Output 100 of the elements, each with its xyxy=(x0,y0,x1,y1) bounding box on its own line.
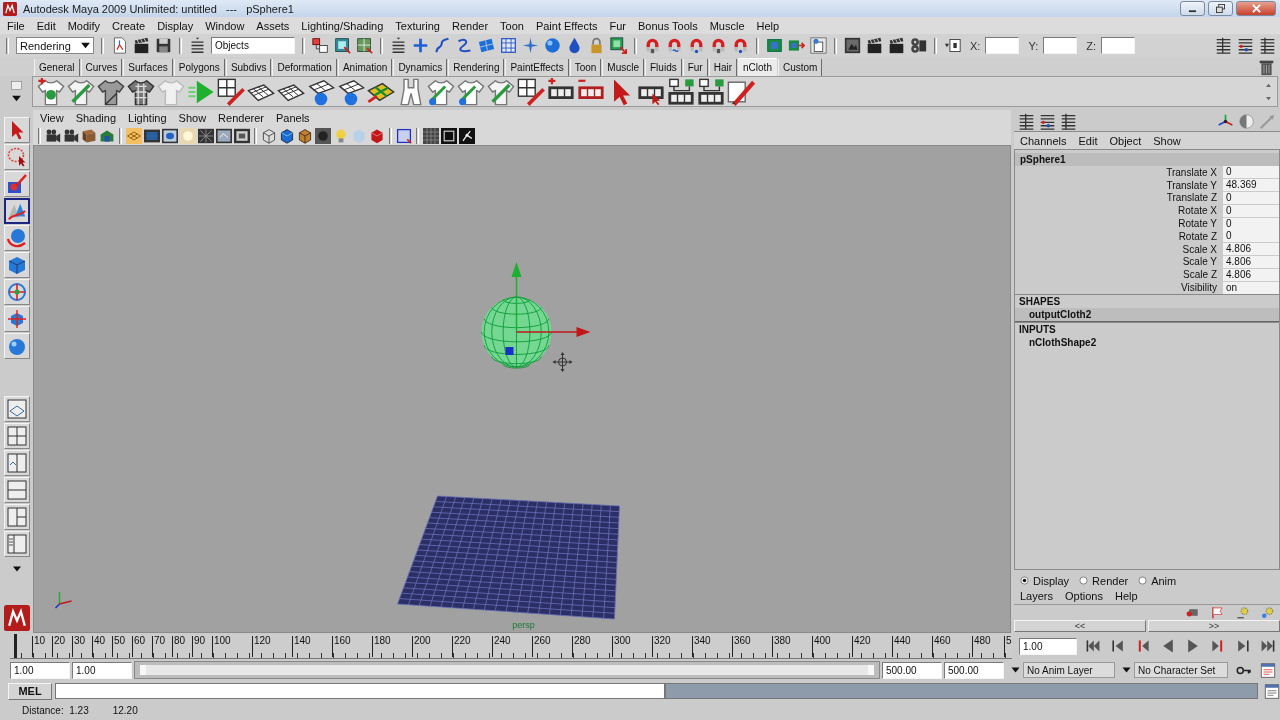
grid-icon[interactable] xyxy=(356,37,373,54)
panel-menu-item[interactable]: View xyxy=(34,112,70,124)
list-icon[interactable] xyxy=(1237,37,1254,54)
layer-menu-item[interactable]: Help xyxy=(1108,590,1144,602)
film-strip-icon[interactable] xyxy=(667,77,695,106)
camera-icon[interactable] xyxy=(63,127,79,144)
magnet-icon[interactable] xyxy=(710,37,727,54)
command-field[interactable] xyxy=(55,683,665,699)
shelf-tab[interactable]: Custom xyxy=(777,59,823,76)
drop-icon[interactable] xyxy=(566,37,583,54)
cone-icon[interactable] xyxy=(3,198,30,224)
current-frame-field[interactable]: 1.00 xyxy=(1019,637,1077,655)
cube-icon[interactable] xyxy=(279,127,295,144)
shirt-icon[interactable] xyxy=(67,77,95,106)
magnet-icon[interactable] xyxy=(732,37,749,54)
window-icon[interactable] xyxy=(1260,662,1276,678)
menu-item[interactable]: Render xyxy=(445,19,495,32)
shelf-tab[interactable]: Polygons xyxy=(173,59,225,76)
shirt-icon[interactable] xyxy=(127,77,155,106)
flag-icon[interactable] xyxy=(1209,606,1226,619)
panel-icon[interactable] xyxy=(478,37,495,54)
move-manipulator[interactable] xyxy=(505,262,591,355)
grid-icon[interactable] xyxy=(423,127,439,144)
shelf-tab[interactable]: General xyxy=(34,59,80,76)
film-reel-icon[interactable] xyxy=(910,37,927,54)
cube-icon[interactable] xyxy=(369,127,385,144)
layout-icon[interactable] xyxy=(3,396,30,422)
panel-menu-item[interactable]: Renderer xyxy=(212,112,270,124)
menu-set-dropdown[interactable]: Rendering xyxy=(16,37,94,54)
grid-icon[interactable] xyxy=(517,77,545,106)
start-time-field[interactable]: 1.00 xyxy=(10,661,70,679)
panel-menu-item[interactable]: Show xyxy=(172,112,213,124)
magnet-icon[interactable] xyxy=(688,37,705,54)
restore-button[interactable] xyxy=(1208,1,1233,16)
clapperboard-icon[interactable] xyxy=(866,37,883,54)
menu-item[interactable]: Texturing xyxy=(389,19,446,32)
window-icon[interactable] xyxy=(1264,683,1280,699)
skip-forward-icon[interactable] xyxy=(1259,638,1277,654)
square-icon[interactable] xyxy=(766,37,783,54)
attribute-value[interactable]: 48.369 xyxy=(1223,179,1279,192)
sphere-icon[interactable] xyxy=(315,127,331,144)
attribute-value[interactable]: 0 xyxy=(1223,166,1279,179)
character-set-field[interactable]: No Character Set xyxy=(1134,662,1228,678)
wireframe-sphere[interactable] xyxy=(481,296,552,369)
channel-menu-item[interactable]: Object xyxy=(1103,134,1148,147)
paint-brush-icon[interactable] xyxy=(3,171,30,197)
language-button[interactable]: MEL xyxy=(8,682,52,700)
hierarchy-icon[interactable] xyxy=(312,37,329,54)
circle-icon[interactable] xyxy=(162,127,178,144)
shelf-tab[interactable]: Fur xyxy=(682,59,708,76)
half-circle-icon[interactable] xyxy=(1238,112,1255,130)
shelf-tab[interactable]: Animation xyxy=(337,59,393,76)
menu-item[interactable]: Display xyxy=(151,19,200,32)
list-icon[interactable] xyxy=(390,37,407,54)
square-arrow-icon[interactable] xyxy=(788,37,805,54)
layout-icon[interactable] xyxy=(3,504,30,530)
page-button[interactable]: << xyxy=(1014,620,1146,632)
panel-menu-item[interactable]: Lighting xyxy=(122,112,173,124)
film-strip-icon[interactable] xyxy=(697,77,725,106)
attribute-value[interactable]: 0 xyxy=(1223,204,1279,217)
gear-icon[interactable] xyxy=(1234,606,1251,619)
minimize-button[interactable] xyxy=(1180,1,1205,16)
scroll-down-icon[interactable] xyxy=(1264,94,1273,102)
cube-arrows-icon[interactable] xyxy=(3,306,30,332)
attribute-value[interactable]: 0 xyxy=(1223,192,1279,204)
list-icon[interactable] xyxy=(189,37,206,54)
shelf-tab[interactable]: Rendering xyxy=(448,59,505,76)
lasso-icon[interactable] xyxy=(3,144,30,170)
menu-item[interactable]: Modify xyxy=(61,19,107,32)
cube-icon[interactable] xyxy=(297,127,313,144)
plus-icon[interactable] xyxy=(412,37,429,54)
book-icon[interactable] xyxy=(81,127,97,144)
shirt-icon[interactable] xyxy=(97,77,125,106)
curve-icon[interactable] xyxy=(456,37,473,54)
skip-back-icon[interactable] xyxy=(1084,638,1102,654)
cube-icon[interactable] xyxy=(3,252,30,278)
input-node[interactable]: nClothShape2 xyxy=(1015,335,1279,349)
attribute-value[interactable]: 4.806 xyxy=(1223,255,1279,268)
menu-item[interactable]: Help xyxy=(750,19,786,32)
grid-sphere-icon[interactable] xyxy=(337,77,365,106)
attribute-value[interactable]: 0 xyxy=(1223,217,1279,230)
frame-icon[interactable] xyxy=(234,127,250,144)
anim-layer-field[interactable]: No Anim Layer xyxy=(1023,662,1115,678)
radio-option[interactable]: Anim xyxy=(1138,574,1177,587)
scroll-up-icon[interactable] xyxy=(1264,81,1273,89)
shelf-tab[interactable]: Deformation xyxy=(272,59,337,76)
menu-item[interactable]: Assets xyxy=(250,19,296,32)
menu-item[interactable]: File xyxy=(1,19,31,32)
bones-icon[interactable] xyxy=(459,127,475,144)
list-icon[interactable] xyxy=(1018,112,1035,130)
sparkle-icon[interactable] xyxy=(522,37,539,54)
clapperboard-icon[interactable] xyxy=(888,37,905,54)
list-icon[interactable] xyxy=(1060,112,1077,130)
shelf-tab[interactable]: Muscle xyxy=(602,59,644,76)
trash-icon[interactable] xyxy=(1258,59,1275,76)
shelf-tab[interactable]: Dynamics xyxy=(393,59,448,76)
shelf-tab[interactable]: Subdivs xyxy=(225,59,272,76)
radio-option[interactable]: Display xyxy=(1020,574,1070,587)
shelf-tab[interactable]: Surfaces xyxy=(123,59,173,76)
layout-icon[interactable] xyxy=(3,450,30,476)
